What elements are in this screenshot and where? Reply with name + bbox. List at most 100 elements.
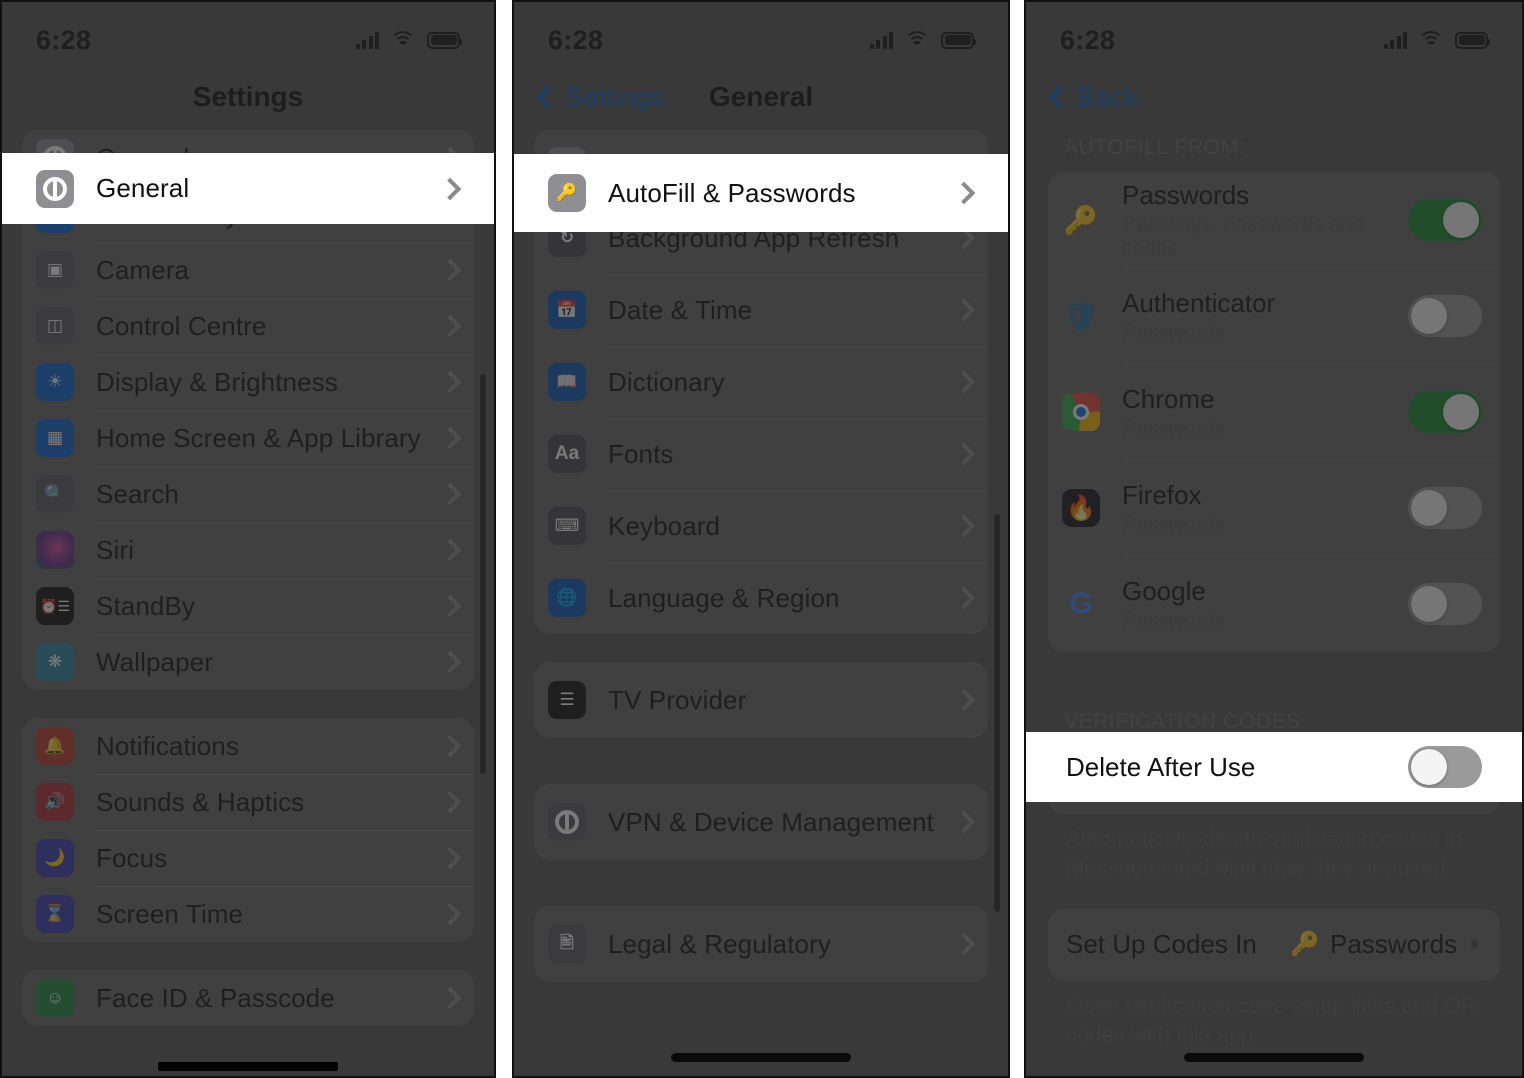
autofill-source-row[interactable]: 🔥 Firefox Passwords bbox=[1048, 460, 1500, 556]
sidebar-item-language-region[interactable]: 🌐 Language & Region bbox=[534, 562, 988, 634]
highlighted-row-delete-after-use[interactable]: Delete After Use bbox=[1026, 732, 1522, 802]
set-up-codes-group: Set Up Codes In 🔑 Passwords ▲ ▼ bbox=[1048, 908, 1500, 981]
status-bar-time: 6:28 bbox=[548, 24, 604, 55]
sidebar-item-dictionary[interactable]: 📖 Dictionary bbox=[534, 346, 988, 418]
sidebar-item-search[interactable]: 🔍 Search bbox=[22, 466, 474, 522]
sidebar-item-display-brightness[interactable]: ☀ Display & Brightness bbox=[22, 354, 474, 410]
row-label: Language & Region bbox=[608, 582, 840, 613]
home-indicator bbox=[671, 1053, 851, 1062]
autofill-source-row[interactable]: 🔑 Passwords Passkeys, passwords and code… bbox=[1048, 172, 1500, 268]
gear-icon bbox=[36, 169, 74, 208]
highlighted-row-autofill-passwords[interactable]: 🔑 AutoFill & Passwords bbox=[514, 154, 1008, 232]
sidebar-item-vpn-device-management[interactable]: VPN & Device Management bbox=[534, 784, 988, 860]
screenshot-stage: 6:28 Settings General ☉ Accessibility bbox=[0, 0, 1524, 1078]
chevron-right-icon bbox=[438, 482, 462, 506]
sidebar-item-standby[interactable]: ⏰☰ StandBy bbox=[22, 578, 474, 634]
chevron-right-icon bbox=[952, 810, 976, 834]
battery-icon bbox=[941, 31, 976, 49]
sidebar-item-camera[interactable]: ▣ Camera bbox=[22, 242, 474, 298]
gear-icon bbox=[548, 803, 586, 841]
sidebar-item-control-centre[interactable]: ◫ Control Centre bbox=[22, 298, 474, 354]
sidebar-item-sounds-haptics[interactable]: 🔊 Sounds & Haptics bbox=[22, 774, 474, 830]
chrome-icon bbox=[1062, 393, 1100, 431]
chevron-right-icon bbox=[952, 181, 976, 205]
set-up-codes-value: Passwords bbox=[1329, 929, 1458, 960]
chevron-right-icon bbox=[438, 314, 462, 338]
back-button[interactable]: Settings bbox=[536, 82, 664, 113]
google-toggle[interactable] bbox=[1408, 583, 1482, 625]
sidebar-item-notifications[interactable]: 🔔 Notifications bbox=[22, 718, 474, 774]
row-label: Keyboard bbox=[608, 510, 721, 541]
standby-icon: ⏰☰ bbox=[36, 587, 74, 625]
globe-icon: 🌐 bbox=[548, 579, 586, 617]
sidebar-item-focus[interactable]: 🌙 Focus bbox=[22, 830, 474, 886]
page-title: Settings bbox=[192, 81, 304, 112]
wifi-icon bbox=[904, 31, 930, 49]
bell-icon: 🔔 bbox=[36, 727, 74, 765]
chrome-toggle[interactable] bbox=[1408, 391, 1482, 433]
cellular-bars-icon bbox=[1383, 31, 1407, 49]
phone-panel-general: 6:28 Settings General 🔑 AutoFill & Passw… bbox=[512, 0, 1010, 1078]
keyboard-icon: ⌨ bbox=[548, 507, 586, 545]
general-list[interactable]: 🔑 AutoFill & Passwords ↻ Background App … bbox=[514, 130, 1008, 982]
phone-panel-autofill-passwords: 6:28 Back AUTOFILL FROM: 🔑 Passwords Pas… bbox=[1024, 0, 1524, 1078]
sidebar-item-siri[interactable]: Siri bbox=[22, 522, 474, 578]
autofill-list[interactable]: AUTOFILL FROM: 🔑 Passwords Passkeys, pas… bbox=[1026, 130, 1522, 1076]
chevron-right-icon bbox=[438, 177, 462, 200]
autofill-source-row[interactable]: Chrome Passwords bbox=[1048, 364, 1500, 460]
autofill-source-title: Passwords bbox=[1122, 179, 1250, 210]
settings-group: VPN & Device Management bbox=[534, 784, 988, 860]
wallpaper-icon: ❋ bbox=[36, 643, 74, 681]
highlighted-row-general[interactable]: General bbox=[2, 153, 494, 224]
autofill-source-row[interactable]: 🛡 Authenticator Passwords bbox=[1048, 268, 1500, 364]
chevron-left-icon bbox=[1048, 84, 1073, 110]
section-header-autofill-from: AUTOFILL FROM: bbox=[1064, 136, 1246, 159]
autofill-source-subtitle: Passwords bbox=[1122, 608, 1225, 632]
battery-icon bbox=[1455, 31, 1490, 49]
row-label: Screen Time bbox=[96, 898, 244, 929]
sidebar-item-wallpaper[interactable]: ❋ Wallpaper bbox=[22, 634, 474, 690]
chevron-right-icon bbox=[438, 986, 462, 1010]
chevron-right-icon bbox=[952, 442, 976, 466]
sidebar-item-date-time[interactable]: 📅 Date & Time bbox=[534, 274, 988, 346]
sidebar-item-fonts[interactable]: Aa Fonts bbox=[534, 418, 988, 490]
autofill-source-subtitle: Passwords bbox=[1122, 512, 1225, 536]
set-up-codes-row[interactable]: Set Up Codes In 🔑 Passwords ▲ ▼ bbox=[1048, 909, 1500, 981]
delete-after-use-toggle[interactable] bbox=[1408, 746, 1482, 788]
chevron-updown-icon[interactable]: ▲ ▼ bbox=[1467, 935, 1482, 953]
sidebar-item-screen-time[interactable]: ⌛ Screen Time bbox=[22, 886, 474, 942]
autofill-source-row[interactable]: G Google Passwords bbox=[1048, 556, 1500, 652]
sidebar-item-tv-provider[interactable]: ☰ TV Provider bbox=[534, 662, 988, 738]
row-label: Fonts bbox=[608, 438, 674, 469]
chevron-right-icon bbox=[952, 688, 976, 712]
passwords-toggle[interactable] bbox=[1408, 199, 1482, 241]
authenticator-toggle[interactable] bbox=[1408, 295, 1482, 337]
row-label: Camera bbox=[96, 254, 190, 285]
row-label: StandBy bbox=[96, 590, 195, 621]
passwords-keys-icon: 🔑 bbox=[1063, 204, 1099, 236]
sidebar-item-legal-regulatory[interactable]: 🖹 Legal & Regulatory bbox=[534, 906, 988, 982]
row-label: Dictionary bbox=[608, 366, 725, 397]
chevron-right-icon bbox=[438, 790, 462, 814]
status-bar-indicators bbox=[869, 31, 976, 49]
scroll-indicator[interactable] bbox=[994, 514, 1000, 912]
fonts-icon: Aa bbox=[548, 435, 586, 473]
firefox-toggle[interactable] bbox=[1408, 487, 1482, 529]
row-label: Wallpaper bbox=[96, 646, 213, 677]
scroll-indicator[interactable] bbox=[480, 374, 486, 774]
status-bar: 6:28 bbox=[2, 2, 494, 64]
sidebar-item-keyboard[interactable]: ⌨ Keyboard bbox=[534, 490, 988, 562]
autofill-source-subtitle: Passwords bbox=[1122, 320, 1225, 344]
settings-list[interactable]: General ☉ Accessibility ▣ Camera ◫ Contr… bbox=[2, 130, 494, 1026]
calendar-clock-icon: 📅 bbox=[548, 291, 586, 329]
moon-icon: 🌙 bbox=[36, 839, 74, 877]
autofill-source-title: Authenticator bbox=[1122, 287, 1276, 318]
row-label: VPN & Device Management bbox=[608, 806, 935, 837]
settings-group: ☰ TV Provider bbox=[534, 662, 988, 738]
back-button[interactable]: Back bbox=[1048, 82, 1138, 113]
sidebar-item-home-screen[interactable]: ▦ Home Screen & App Library bbox=[22, 410, 474, 466]
sidebar-item-face-id-passcode[interactable]: ☺ Face ID & Passcode bbox=[22, 970, 474, 1026]
speaker-icon: 🔊 bbox=[36, 783, 74, 821]
cellular-bars-icon bbox=[869, 31, 893, 49]
row-label: Face ID & Passcode bbox=[96, 982, 335, 1013]
